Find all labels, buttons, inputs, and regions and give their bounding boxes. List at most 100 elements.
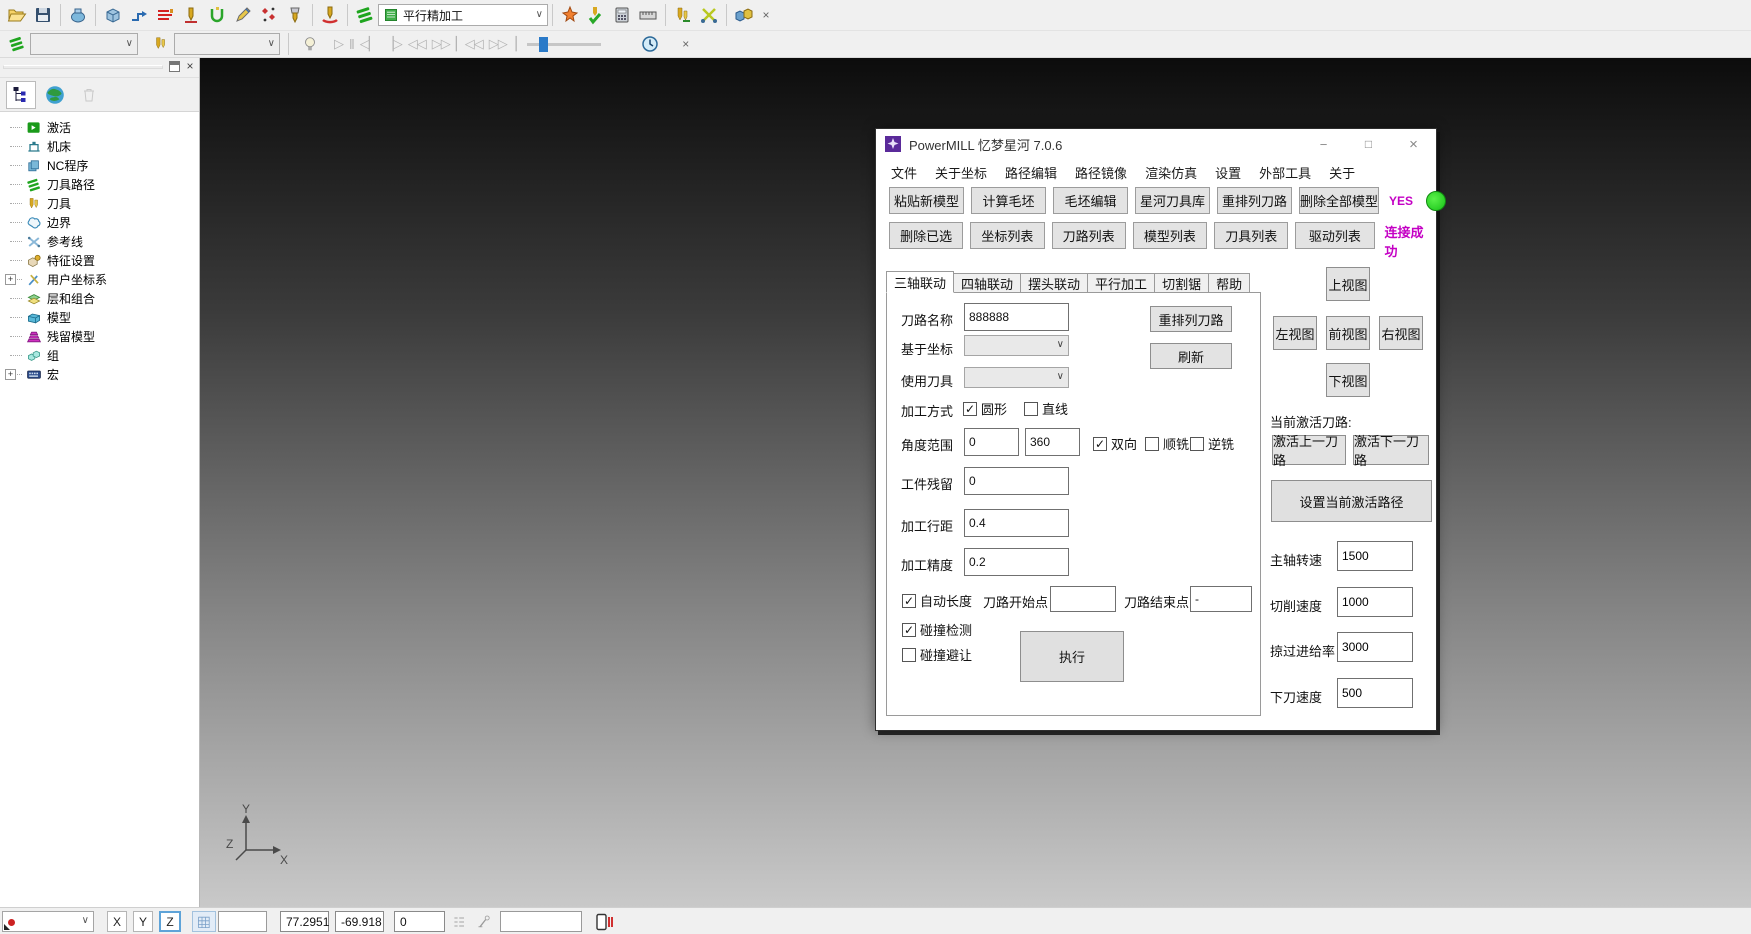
tree-view-tab[interactable] bbox=[6, 81, 36, 109]
step-forward-button[interactable] bbox=[381, 32, 405, 56]
view-bottom-button[interactable]: 下视图 bbox=[1326, 363, 1370, 397]
device-connect-icon[interactable] bbox=[592, 911, 616, 932]
toolbar-close-button[interactable] bbox=[757, 6, 775, 24]
position-input[interactable] bbox=[500, 911, 582, 932]
tab-saw[interactable]: 切割锯 bbox=[1155, 273, 1209, 293]
axis-z-button[interactable]: Z bbox=[159, 911, 181, 932]
tree-item-machine[interactable]: 机床 bbox=[0, 137, 199, 156]
view-left-button[interactable]: 左视图 bbox=[1273, 316, 1317, 350]
execute-button[interactable]: 执行 bbox=[1020, 631, 1124, 682]
render-button[interactable] bbox=[65, 3, 91, 27]
dialog-titlebar[interactable]: PowerMILL 忆梦星河 7.0.6 bbox=[876, 129, 1436, 159]
compute-button[interactable] bbox=[557, 3, 583, 27]
compute-block-button[interactable]: 计算毛坯 bbox=[971, 187, 1046, 214]
tree-item-stock-models[interactable]: 残留模型 bbox=[0, 327, 199, 346]
coord-combo[interactable] bbox=[964, 335, 1069, 356]
tree-item-groups[interactable]: 组 bbox=[0, 346, 199, 365]
menu-render-sim[interactable]: 渲染仿真 bbox=[1136, 163, 1206, 182]
view-right-button[interactable]: 右视图 bbox=[1379, 316, 1423, 350]
collision-avoid-checkbox[interactable]: 碰撞避让 bbox=[902, 645, 972, 664]
bidirectional-checkbox[interactable]: 双向 bbox=[1093, 434, 1137, 453]
collision-check-button[interactable] bbox=[256, 3, 282, 27]
tolerance-input[interactable] bbox=[964, 548, 1069, 576]
cutting-feed-input[interactable] bbox=[1337, 587, 1413, 617]
angle-end-input[interactable] bbox=[1025, 428, 1080, 456]
toolpath-list-button[interactable]: 刀路列表 bbox=[1052, 222, 1126, 249]
tool-combo[interactable] bbox=[964, 367, 1069, 388]
maximize-button[interactable] bbox=[1346, 129, 1391, 159]
toolpath-name-input[interactable] bbox=[964, 303, 1069, 331]
globe-view-tab[interactable] bbox=[40, 81, 70, 109]
delete-all-models-button[interactable]: 删除全部模型 bbox=[1299, 187, 1379, 214]
rapid-heights-button[interactable] bbox=[152, 3, 178, 27]
entity-toggle-button[interactable] bbox=[297, 32, 323, 56]
tree-item-patterns[interactable]: 参考线 bbox=[0, 232, 199, 251]
checkbox-icon[interactable] bbox=[1093, 437, 1107, 451]
coord-list-button[interactable]: 坐标列表 bbox=[970, 222, 1044, 249]
tab-swivel[interactable]: 摆头联动 bbox=[1021, 273, 1088, 293]
activate-next-button[interactable]: 激活下一刀路 bbox=[1353, 435, 1429, 465]
start-point-button[interactable] bbox=[178, 3, 204, 27]
fast-forward-button[interactable] bbox=[429, 32, 453, 56]
block-pair-button[interactable] bbox=[731, 3, 757, 27]
block-edit-button[interactable]: 毛坯编辑 bbox=[1053, 187, 1128, 214]
open-file-button[interactable] bbox=[4, 3, 30, 27]
checkbox-icon[interactable] bbox=[1190, 437, 1204, 451]
checkbox-icon[interactable] bbox=[963, 402, 977, 416]
menu-path-edit[interactable]: 路径编辑 bbox=[996, 163, 1066, 182]
go-to-start-button[interactable] bbox=[453, 32, 486, 56]
tree-item-levels[interactable]: 层和组合 bbox=[0, 289, 199, 308]
climb-checkbox[interactable]: 顺铣 bbox=[1145, 434, 1189, 453]
start-point-input[interactable] bbox=[1050, 586, 1116, 612]
close-button[interactable] bbox=[1391, 129, 1436, 159]
play-button[interactable] bbox=[331, 32, 346, 56]
checkbox-icon[interactable] bbox=[902, 594, 916, 608]
step-back-button[interactable] bbox=[357, 32, 381, 56]
rewind-button[interactable] bbox=[405, 32, 429, 56]
tree-item-workplanes[interactable]: 用户坐标系 bbox=[0, 270, 199, 289]
activate-prev-button[interactable]: 激活上一刀路 bbox=[1272, 435, 1346, 465]
tree-item-macros[interactable]: 宏 bbox=[0, 365, 199, 384]
slider-handle[interactable] bbox=[539, 37, 548, 52]
menu-about-coords[interactable]: 关于坐标 bbox=[926, 163, 996, 182]
leads-links-button[interactable] bbox=[204, 3, 230, 27]
menu-path-mirror[interactable]: 路径镜像 bbox=[1066, 163, 1136, 182]
menu-about[interactable]: 关于 bbox=[1320, 163, 1364, 182]
menu-external-tools[interactable]: 外部工具 bbox=[1250, 163, 1320, 182]
angle-start-input[interactable] bbox=[964, 428, 1019, 456]
ruler-button[interactable] bbox=[635, 3, 661, 27]
auto-length-checkbox[interactable]: 自动长度 bbox=[902, 591, 972, 610]
tool-pair-button[interactable] bbox=[670, 3, 696, 27]
view-front-button[interactable]: 前视图 bbox=[1326, 316, 1370, 350]
tab-3axis[interactable]: 三轴联动 bbox=[886, 271, 954, 293]
verify-button[interactable] bbox=[583, 3, 609, 27]
view-top-button[interactable]: 上视图 bbox=[1326, 267, 1370, 301]
refresh-button[interactable]: 刷新 bbox=[1150, 343, 1232, 369]
panel-close-icon[interactable] bbox=[184, 61, 196, 73]
trash-tab[interactable] bbox=[74, 81, 104, 109]
conventional-checkbox[interactable]: 逆铣 bbox=[1190, 434, 1234, 453]
pause-button[interactable] bbox=[346, 32, 357, 56]
feedrate-button[interactable] bbox=[126, 3, 152, 27]
paste-model-button[interactable]: 粘贴新模型 bbox=[889, 187, 964, 214]
sim-toolbar-close-button[interactable] bbox=[677, 35, 695, 53]
stock-input[interactable] bbox=[964, 467, 1069, 495]
collision-check-checkbox[interactable]: 碰撞检测 bbox=[902, 620, 972, 639]
line-checkbox[interactable]: 直线 bbox=[1024, 399, 1068, 418]
tab-help[interactable]: 帮助 bbox=[1209, 273, 1250, 293]
simulate-button[interactable] bbox=[317, 3, 343, 27]
tree-item-activate[interactable]: 激活 bbox=[0, 118, 199, 137]
checkbox-icon[interactable] bbox=[902, 623, 916, 637]
probe-icon[interactable] bbox=[474, 911, 494, 932]
sim-toolpath-combo[interactable] bbox=[30, 33, 138, 55]
marker-combo[interactable] bbox=[2, 911, 94, 932]
edit-toolpath-button[interactable] bbox=[230, 3, 256, 27]
save-button[interactable] bbox=[30, 3, 56, 27]
spindle-speed-input[interactable] bbox=[1337, 541, 1413, 571]
reorder-button[interactable]: 重排列刀路 bbox=[1150, 306, 1232, 332]
drive-list-button[interactable]: 驱动列表 bbox=[1295, 222, 1374, 249]
grid-size-input[interactable] bbox=[218, 911, 267, 932]
sim-tool-combo[interactable] bbox=[174, 33, 280, 55]
checkbox-icon[interactable] bbox=[902, 648, 916, 662]
panel-restore-icon[interactable] bbox=[169, 61, 180, 72]
